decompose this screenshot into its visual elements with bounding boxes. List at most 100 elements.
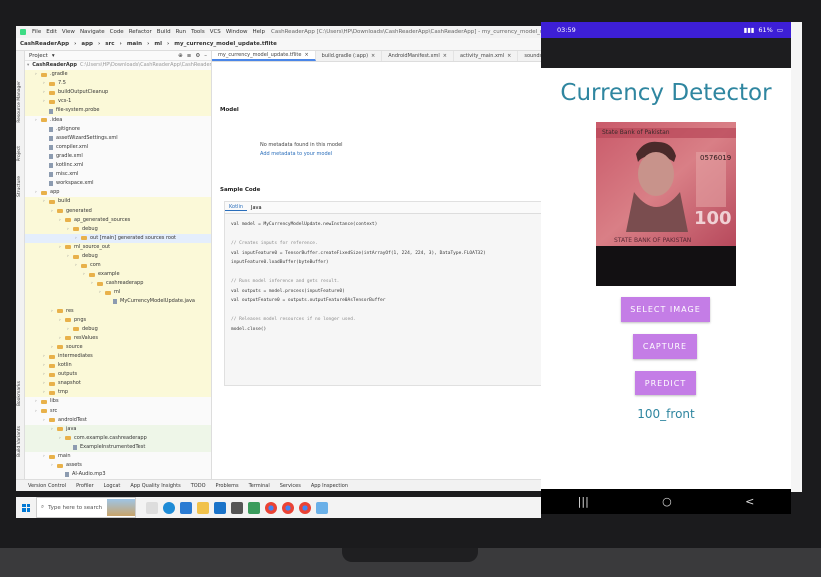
editor-tab[interactable]: sounds_list.xml× (518, 51, 542, 61)
tree-item[interactable]: › debug (25, 224, 211, 234)
tree-item[interactable]: › assets (25, 461, 211, 470)
tree-item[interactable]: AI-Audio.mp3 (25, 470, 211, 479)
tab-java[interactable]: Java (247, 205, 266, 211)
gear-icon[interactable]: ⚙ (195, 53, 200, 59)
tree-item[interactable]: › build (25, 197, 211, 207)
tree-item[interactable]: › kotlin (25, 361, 211, 371)
bottom-tool-button[interactable]: App Quality Insights (130, 483, 180, 489)
tree-item[interactable]: compiler.xml (25, 143, 211, 152)
editor-tab[interactable]: my_currency_model_update.tflite × (212, 51, 316, 61)
tree-item[interactable]: › app (25, 188, 211, 197)
start-button[interactable] (16, 497, 36, 518)
close-icon[interactable]: × (507, 53, 511, 59)
tree-item[interactable]: › .idea (25, 116, 211, 125)
locate-icon[interactable]: ⊕ (178, 53, 183, 59)
close-icon[interactable]: × (304, 52, 308, 58)
breadcrumb-item[interactable]: app (81, 41, 93, 47)
bottom-tool-button[interactable]: TODO (191, 483, 206, 489)
tree-item[interactable]: › cashreaderapp (25, 279, 211, 289)
tree-item[interactable]: › debug (25, 251, 211, 262)
breadcrumb-item[interactable]: main (127, 41, 142, 47)
tree-item[interactable]: › main (25, 452, 211, 461)
menu-item[interactable]: Build (157, 29, 171, 35)
minimize-icon[interactable]: – (204, 53, 207, 59)
menu-item[interactable]: Code (110, 29, 124, 35)
tree-item[interactable]: › java (25, 424, 211, 434)
task-view-icon[interactable] (146, 501, 158, 514)
add-metadata-link[interactable]: Add metadata to your model (260, 151, 332, 157)
tree-item[interactable]: gradle.xml (25, 152, 211, 161)
tool-structure[interactable]: Structure (17, 176, 24, 197)
bottom-tool-button[interactable]: Profiler (76, 483, 94, 489)
emulator-icon[interactable] (316, 501, 328, 514)
tree-item[interactable]: › src (25, 407, 211, 416)
bottom-tool-button[interactable]: Terminal (249, 483, 270, 489)
tree-item[interactable]: › .gradle (25, 70, 211, 80)
chrome-icon-2[interactable] (282, 501, 294, 514)
tree-item[interactable]: › vcs-1 (25, 97, 211, 107)
tree-item[interactable]: › ml (25, 288, 211, 298)
tree-item[interactable]: › example (25, 270, 211, 280)
tree-item[interactable]: › ml_source_out (25, 242, 211, 252)
tree-item[interactable]: › pngs (25, 315, 211, 325)
bottom-tool-button[interactable]: App Inspection (311, 483, 348, 489)
tree-item[interactable]: › out [main] generated sources root (25, 233, 211, 243)
tree-item[interactable]: file-system.probe (25, 106, 211, 116)
tree-item[interactable]: › buildOutputCleanup (25, 88, 211, 98)
bottom-tool-button[interactable]: Problems (216, 483, 239, 489)
menu-item[interactable]: View (62, 29, 75, 35)
tool-project[interactable]: Project (17, 146, 24, 161)
chevron-down-icon[interactable]: ▾ (27, 61, 29, 70)
tree-item[interactable]: › tmp (25, 388, 211, 398)
vscode-icon[interactable] (180, 501, 192, 514)
tree-item[interactable]: › com (25, 261, 211, 271)
tree-item[interactable]: › res (25, 306, 211, 316)
menu-item[interactable]: Window (226, 29, 248, 35)
bottom-tool-button[interactable]: Version Control (28, 483, 66, 489)
collapse-icon[interactable]: ≡ (187, 53, 192, 59)
tree-item[interactable]: assetWizardSettings.xml (25, 134, 211, 143)
editor-tab[interactable]: AndroidManifest.xml × (382, 51, 454, 61)
tree-item[interactable]: ExampleInstrumentedTest (25, 442, 211, 453)
tree-item[interactable]: › ap_generated_sources (25, 215, 211, 225)
editor-tab[interactable]: activity_main.xml × (454, 51, 519, 61)
mail-icon[interactable] (214, 501, 226, 514)
breadcrumb-item[interactable]: src (105, 41, 114, 47)
home-icon[interactable]: ○ (662, 495, 672, 508)
project-view-selector[interactable]: Project (29, 53, 48, 59)
select-image-button[interactable]: SELECT IMAGE (621, 297, 710, 322)
tree-item[interactable]: kotlinc.xml (25, 161, 211, 170)
menu-item[interactable]: File (32, 29, 41, 35)
menu-item[interactable]: Refactor (129, 29, 152, 35)
breadcrumb-item[interactable]: my_currency_model_update.tflite (174, 41, 277, 47)
store-icon[interactable] (231, 501, 243, 514)
chrome-icon[interactable] (265, 501, 277, 514)
edge-icon[interactable] (163, 501, 175, 514)
tree-item[interactable]: › source (25, 342, 211, 352)
tree-item[interactable]: › intermediates (25, 352, 211, 362)
chevron-down-icon[interactable]: ▾ (52, 53, 55, 59)
tree-item[interactable]: › snapshot (25, 379, 211, 389)
breadcrumb-item[interactable]: ml (154, 41, 162, 47)
tree-item[interactable]: workspace.xml (25, 179, 211, 188)
capture-button[interactable]: CAPTURE (633, 334, 697, 359)
menu-item[interactable]: Navigate (80, 29, 105, 35)
menu-item[interactable]: Tools (191, 29, 205, 35)
tool-build-variants[interactable]: Build Variants (17, 426, 24, 457)
close-icon[interactable]: × (443, 53, 447, 59)
tree-item[interactable]: .gitignore (25, 125, 211, 134)
tool-resource-manager[interactable]: Resource Manager (17, 81, 24, 123)
tree-item[interactable]: › com.example.cashreaderapp (25, 433, 211, 443)
menu-item[interactable]: Edit (46, 29, 57, 35)
chrome-icon-3[interactable] (299, 501, 311, 514)
android-studio-taskbar-icon[interactable] (248, 501, 260, 514)
predict-button[interactable]: PREDICT (635, 371, 696, 395)
tab-kotlin[interactable]: Kotlin (225, 204, 247, 211)
tree-item[interactable]: › 7.5 (25, 79, 211, 89)
tree-item[interactable]: › outputs (25, 370, 211, 380)
file-explorer-icon[interactable] (197, 501, 209, 514)
tree-item[interactable]: › debug (25, 324, 211, 334)
tree-item[interactable]: › generated (25, 206, 211, 216)
menu-item[interactable]: Help (253, 29, 266, 35)
tree-item[interactable]: › androidTest (25, 416, 211, 425)
